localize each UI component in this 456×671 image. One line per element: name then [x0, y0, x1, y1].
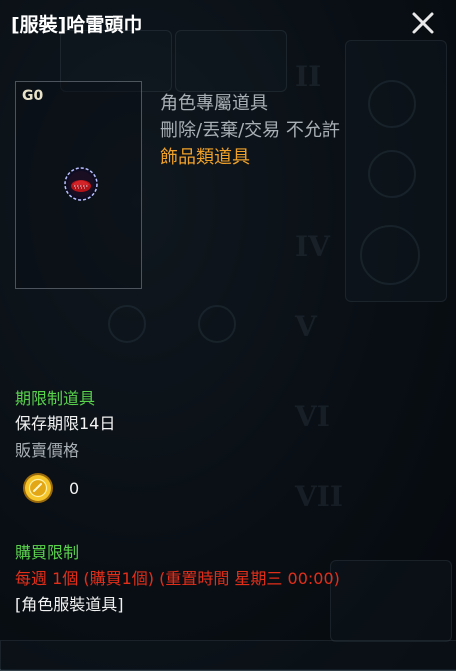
- item-preview-frame: G0: [15, 81, 142, 289]
- item-type-tag: [角色服裝道具]: [15, 595, 124, 614]
- period-heading: 期限制道具: [15, 389, 96, 408]
- trade-restriction-text: 刪除/丟棄/交易 不允許: [160, 120, 340, 141]
- item-properties: 角色專屬道具 刪除/丟棄/交易 不允許 飾品類道具: [160, 90, 340, 171]
- ownership-text: 角色專屬道具: [160, 93, 268, 114]
- bandana-item-icon: [64, 167, 98, 201]
- category-text: 飾品類道具: [160, 147, 250, 168]
- item-title: [服裝]哈雷頭巾: [11, 14, 143, 36]
- sell-price-label: 販賣價格: [15, 441, 80, 460]
- close-icon: [412, 12, 434, 34]
- purchase-limit-heading: 購買限制: [15, 543, 80, 562]
- grade-label: G0: [22, 88, 44, 104]
- close-button[interactable]: [410, 10, 436, 36]
- storage-period-text: 保存期限14日: [15, 414, 116, 433]
- sell-price-value: 0: [69, 479, 80, 498]
- coin-icon: [23, 473, 53, 503]
- purchase-limit-text: 每週 1個 (購買1個) (重置時間 星期三 00:00): [15, 569, 340, 588]
